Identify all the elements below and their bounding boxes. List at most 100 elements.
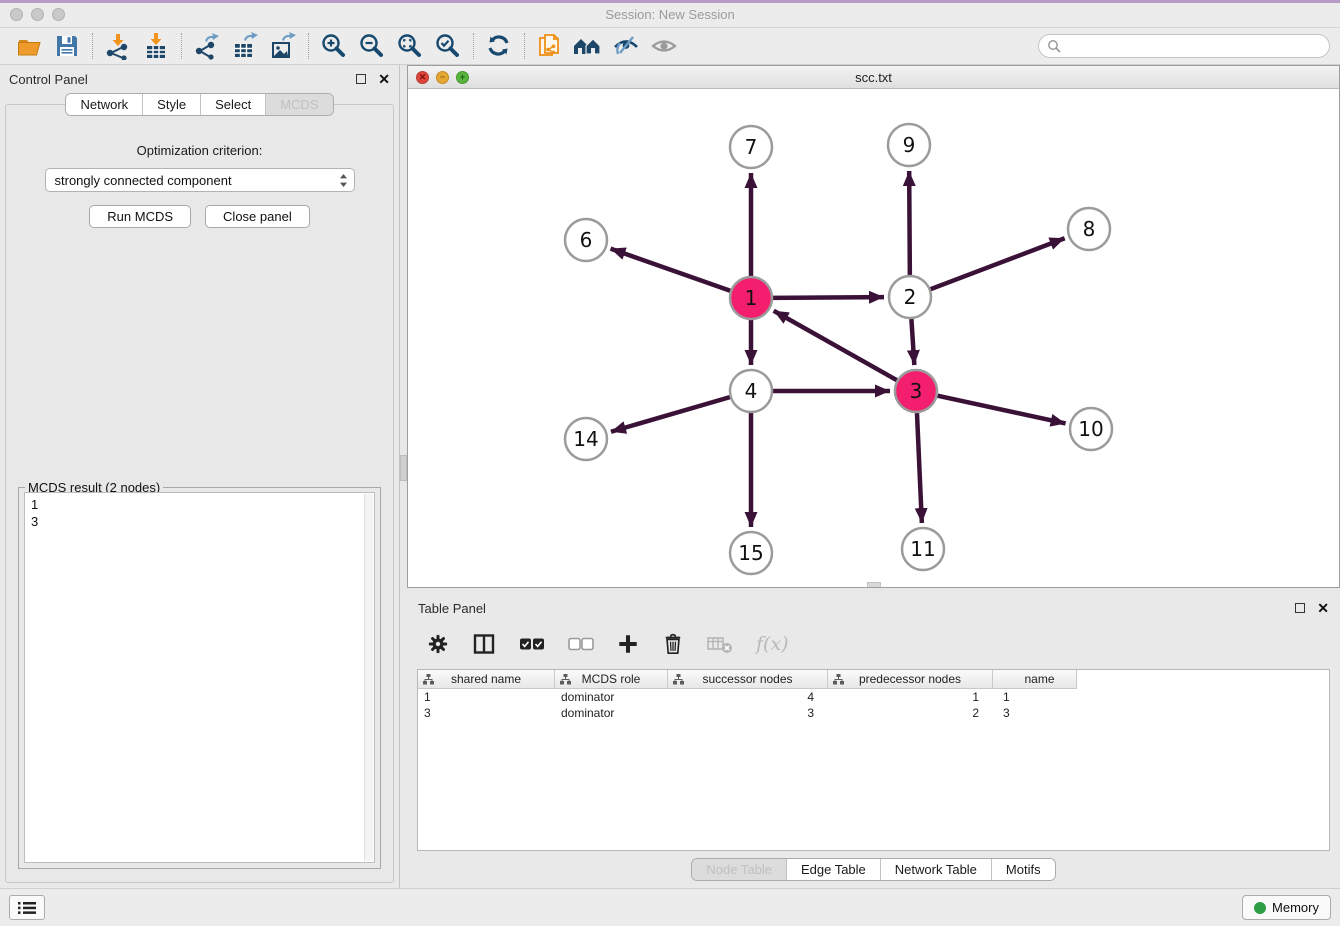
cell-shared-name[interactable]: 1 <box>418 690 555 704</box>
graph-edge-4-14[interactable] <box>611 397 730 432</box>
panel-splitter[interactable] <box>400 65 407 888</box>
graph-edge-2-8[interactable] <box>931 238 1065 289</box>
result-scrollbar[interactable] <box>364 494 373 861</box>
cell-shared-name[interactable]: 3 <box>418 706 555 720</box>
export-network-button[interactable] <box>188 30 226 62</box>
zoom-fit-button[interactable] <box>391 30 429 62</box>
graph-edge-2-3[interactable] <box>911 319 914 365</box>
graph-node-2[interactable]: 2 <box>889 276 931 318</box>
open-session-button[interactable] <box>10 30 48 62</box>
graph-node-7[interactable]: 7 <box>730 126 772 168</box>
memory-button[interactable]: Memory <box>1242 895 1331 920</box>
graph-node-15[interactable]: 15 <box>730 532 772 574</box>
delete-table-icon <box>707 633 733 655</box>
graph-node-10[interactable]: 10 <box>1070 408 1112 450</box>
save-session-button[interactable] <box>48 30 86 62</box>
export-image-button[interactable] <box>264 30 302 62</box>
toolbar-separator <box>524 33 525 59</box>
graph-node-3[interactable]: 3 <box>895 370 937 412</box>
status-bar: Memory <box>0 888 1340 926</box>
header-filler <box>1077 670 1329 689</box>
graph-edge-1-2[interactable] <box>773 297 884 298</box>
network-canvas[interactable]: 7 9 6 8 1 2 4 3 14 10 15 11 <box>408 89 1339 587</box>
graph-node-4[interactable]: 4 <box>730 370 772 412</box>
graph-edge-3-10[interactable] <box>937 396 1065 424</box>
tab-node-table[interactable]: Node Table <box>692 859 786 880</box>
graph-node-label: 2 <box>904 285 917 309</box>
main-toolbar <box>0 28 1340 65</box>
graph-edge-3-11[interactable] <box>917 413 922 523</box>
search-input[interactable] <box>1066 39 1321 54</box>
table-panel-title: Table Panel <box>418 601 486 616</box>
add-column-button[interactable] <box>617 633 639 655</box>
node-table: shared name MCDS role successor nodes <box>417 669 1330 851</box>
function-builder-button[interactable]: f(x) <box>756 633 789 655</box>
float-panel-icon[interactable] <box>356 74 366 84</box>
network-graph[interactable]: 7 9 6 8 1 2 4 3 14 10 15 11 <box>408 89 1339 588</box>
graph-node-1[interactable]: 1 <box>730 277 772 319</box>
cell-successor-nodes[interactable]: 4 <box>668 690 828 704</box>
close-panel-icon[interactable]: ✕ <box>378 72 390 86</box>
import-network-button[interactable] <box>99 30 137 62</box>
cell-name[interactable]: 3 <box>993 706 1077 720</box>
cell-successor-nodes[interactable]: 3 <box>668 706 828 720</box>
import-table-button[interactable] <box>137 30 175 62</box>
table-row[interactable]: 3 dominator 3 2 3 <box>418 705 1329 721</box>
export-table-button[interactable] <box>226 30 264 62</box>
column-header-successor-nodes[interactable]: successor nodes <box>668 670 828 689</box>
graph-node-9[interactable]: 9 <box>888 124 930 166</box>
tab-network-table[interactable]: Network Table <box>880 859 991 880</box>
graph-node-6[interactable]: 6 <box>565 219 607 261</box>
table-settings-button[interactable] <box>427 633 449 655</box>
tab-select[interactable]: Select <box>200 94 265 115</box>
save-icon <box>54 33 80 59</box>
first-neighbors-button[interactable] <box>569 30 607 62</box>
tab-network[interactable]: Network <box>66 94 142 115</box>
float-table-panel-icon[interactable] <box>1295 603 1305 613</box>
tab-motifs[interactable]: Motifs <box>991 859 1055 880</box>
table-row[interactable]: 1 dominator 4 1 1 <box>418 689 1329 705</box>
run-mcds-button[interactable]: Run MCDS <box>89 205 191 228</box>
graph-edge-1-6[interactable] <box>611 249 731 291</box>
cell-predecessor-nodes[interactable]: 1 <box>828 690 993 704</box>
delete-table-button[interactable] <box>707 633 733 655</box>
show-all-button[interactable] <box>645 30 683 62</box>
zoom-selected-icon <box>434 32 462 60</box>
deselect-all-button[interactable] <box>568 637 594 651</box>
column-header-name[interactable]: name <box>993 670 1077 689</box>
canvas-resize-handle[interactable] <box>867 582 881 587</box>
close-panel-button[interactable]: Close panel <box>205 205 310 228</box>
tab-style[interactable]: Style <box>142 94 200 115</box>
zoom-selected-button[interactable] <box>429 30 467 62</box>
graph-node-14[interactable]: 14 <box>565 418 607 460</box>
cell-predecessor-nodes[interactable]: 2 <box>828 706 993 720</box>
criterion-dropdown[interactable]: strongly connected component <box>45 168 355 192</box>
graph-node-8[interactable]: 8 <box>1068 208 1110 250</box>
graph-edge-3-1[interactable] <box>774 311 897 380</box>
clone-network-button[interactable] <box>531 30 569 62</box>
select-all-button[interactable] <box>519 637 545 651</box>
apply-layout-button[interactable] <box>480 30 518 62</box>
cell-mcds-role[interactable]: dominator <box>555 690 668 704</box>
zoom-in-button[interactable] <box>315 30 353 62</box>
close-table-panel-icon[interactable]: ✕ <box>1317 601 1329 615</box>
split-columns-icon <box>472 632 496 656</box>
splitter-handle[interactable] <box>400 455 407 481</box>
column-header-mcds-role[interactable]: MCDS role <box>555 670 668 689</box>
hide-selected-button[interactable] <box>607 30 645 62</box>
cell-mcds-role[interactable]: dominator <box>555 706 668 720</box>
show-columns-button[interactable] <box>472 632 496 656</box>
column-header-shared-name[interactable]: shared name <box>418 670 555 689</box>
graph-node-11[interactable]: 11 <box>902 528 944 570</box>
mcds-result-list[interactable]: 1 3 <box>24 492 375 863</box>
zoom-out-button[interactable] <box>353 30 391 62</box>
graph-node-label: 1 <box>745 286 758 310</box>
automation-panel-button[interactable] <box>9 895 45 920</box>
delete-column-button[interactable] <box>662 633 684 655</box>
tab-mcds[interactable]: MCDS <box>265 94 332 115</box>
graph-edge-2-9[interactable] <box>909 171 910 275</box>
column-header-predecessor-nodes[interactable]: predecessor nodes <box>828 670 993 689</box>
hierarchy-icon <box>673 674 684 685</box>
tab-edge-table[interactable]: Edge Table <box>786 859 880 880</box>
cell-name[interactable]: 1 <box>993 690 1077 704</box>
